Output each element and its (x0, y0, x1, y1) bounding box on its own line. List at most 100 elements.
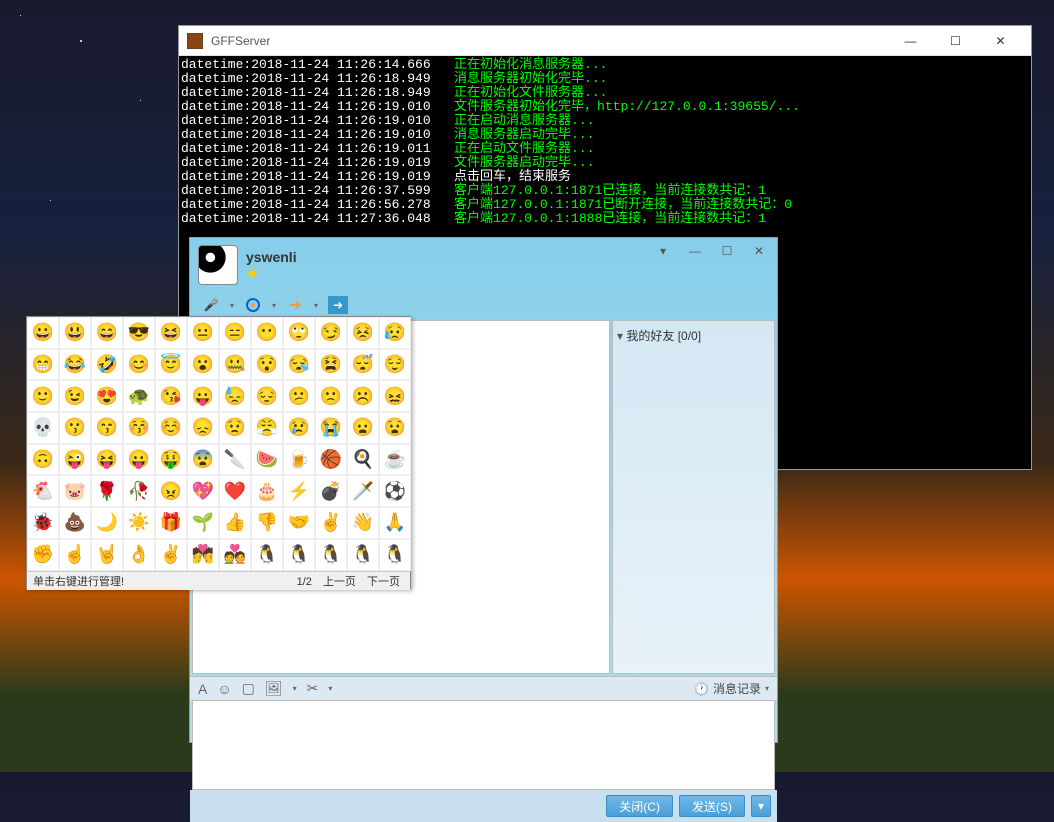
close-chat-button[interactable]: 关闭(C) (606, 795, 673, 817)
emoji-cell[interactable]: 😗 (59, 412, 91, 444)
emoji-cell[interactable]: 😴 (347, 349, 379, 381)
emoji-cell[interactable]: 😚 (123, 412, 155, 444)
emoji-cell[interactable]: 😪 (283, 349, 315, 381)
emoji-cell[interactable]: 😍 (91, 380, 123, 412)
emoji-cell[interactable]: 🐢 (123, 380, 155, 412)
emoji-cell[interactable]: 💀 (27, 412, 59, 444)
emoji-cell[interactable]: 😛 (123, 444, 155, 476)
emoji-cell[interactable]: 😨 (187, 444, 219, 476)
emoji-cell[interactable]: ✌️ (315, 507, 347, 539)
emoji-cell[interactable]: 🤑 (155, 444, 187, 476)
emoji-cell[interactable]: 😊 (123, 349, 155, 381)
emoji-cell[interactable]: 💑 (219, 539, 251, 571)
history-dropdown[interactable]: ▾ (765, 684, 769, 693)
emoji-cell[interactable]: ⚡ (283, 475, 315, 507)
emoji-cell[interactable]: 😀 (27, 317, 59, 349)
emoji-cell[interactable]: 😆 (155, 317, 187, 349)
emoji-cell[interactable]: 😭 (315, 412, 347, 444)
emoji-cell[interactable]: 🐞 (27, 507, 59, 539)
emoji-cell[interactable]: 🙁 (315, 380, 347, 412)
emoji-cell[interactable]: 😤 (251, 412, 283, 444)
image-icon[interactable]: 🖼 (265, 680, 283, 697)
emoji-cell[interactable]: 😥 (379, 317, 411, 349)
emoji-cell[interactable]: ☹️ (347, 380, 379, 412)
emoji-cell[interactable]: 😎 (123, 317, 155, 349)
target-icon[interactable] (244, 296, 262, 314)
emoji-cell[interactable]: 😶 (251, 317, 283, 349)
emoji-cell[interactable]: 😔 (251, 380, 283, 412)
chat-maximize-button[interactable]: ☐ (715, 244, 739, 262)
send-button[interactable]: 发送(S) (679, 795, 745, 817)
emoji-cell[interactable]: 🤝 (283, 507, 315, 539)
emoji-cell[interactable]: 💖 (187, 475, 219, 507)
emoji-cell[interactable]: 😮 (187, 349, 219, 381)
emoji-cell[interactable]: ☕ (379, 444, 411, 476)
emoji-cell[interactable]: 🤐 (219, 349, 251, 381)
font-icon[interactable]: A (198, 681, 207, 697)
share-arrow-icon[interactable]: ➜ (286, 296, 304, 314)
emoji-cell[interactable]: 😙 (91, 412, 123, 444)
emoji-cell[interactable]: 😛 (187, 380, 219, 412)
emoji-cell[interactable]: 🐧 (283, 539, 315, 571)
emoji-cell[interactable]: 😐 (187, 317, 219, 349)
emoji-cell[interactable]: 🌹 (91, 475, 123, 507)
emoji-cell[interactable]: ✊ (27, 539, 59, 571)
gif-icon[interactable]: ▢ (242, 680, 255, 697)
avatar[interactable] (198, 245, 238, 285)
emoji-cell[interactable]: 😣 (347, 317, 379, 349)
emoji-next-button[interactable]: 下一页 (367, 576, 400, 588)
emoji-cell[interactable]: 💩 (59, 507, 91, 539)
emoji-cell[interactable]: 😏 (315, 317, 347, 349)
emoji-cell[interactable]: 😞 (187, 412, 219, 444)
emoji-cell[interactable]: 😝 (91, 444, 123, 476)
emoji-cell[interactable]: 🔪 (219, 444, 251, 476)
emoji-cell[interactable]: ☝️ (59, 539, 91, 571)
emoji-cell[interactable]: 😓 (219, 380, 251, 412)
emoji-cell[interactable]: 👍 (219, 507, 251, 539)
emoji-cell[interactable]: 🍳 (347, 444, 379, 476)
minimize-button[interactable]: — (888, 27, 933, 55)
share-dropdown[interactable]: ▾ (314, 301, 318, 310)
emoji-cell[interactable]: 🍉 (251, 444, 283, 476)
emoji-cell[interactable]: ⚽ (379, 475, 411, 507)
emoji-cell[interactable]: 🐷 (59, 475, 91, 507)
emoji-cell[interactable]: 🎂 (251, 475, 283, 507)
send-dropdown[interactable]: ▾ (751, 795, 771, 817)
emoji-cell[interactable]: 😯 (251, 349, 283, 381)
emoji-cell[interactable]: 🤘 (91, 539, 123, 571)
emoji-cell[interactable]: ☀️ (123, 507, 155, 539)
emoji-cell[interactable]: 💏 (187, 539, 219, 571)
emoji-cell[interactable]: 🐧 (347, 539, 379, 571)
forward-icon[interactable]: ➜ (328, 296, 348, 314)
close-button[interactable]: ✕ (978, 27, 1023, 55)
emoji-cell[interactable]: 🙏 (379, 507, 411, 539)
mic-icon[interactable]: 🎤 (202, 296, 220, 314)
scissors-dropdown[interactable]: ▾ (328, 684, 332, 693)
emoji-cell[interactable]: 👎 (251, 507, 283, 539)
chat-dropdown-icon[interactable]: ▾ (651, 244, 675, 262)
scissors-icon[interactable]: ✂ (307, 680, 319, 697)
emoji-cell[interactable]: 🐧 (251, 539, 283, 571)
emoji-cell[interactable]: 🍺 (283, 444, 315, 476)
emoji-cell[interactable]: 😧 (379, 412, 411, 444)
emoji-cell[interactable]: 🐔 (27, 475, 59, 507)
emoji-cell[interactable]: 🌱 (187, 507, 219, 539)
emoji-cell[interactable]: 😉 (59, 380, 91, 412)
emoji-cell[interactable]: 🥀 (123, 475, 155, 507)
emoji-cell[interactable]: 🐧 (315, 539, 347, 571)
chat-minimize-button[interactable]: — (683, 244, 707, 262)
emoji-cell[interactable]: 😂 (59, 349, 91, 381)
message-input[interactable] (192, 700, 775, 790)
emoji-cell[interactable]: 😫 (315, 349, 347, 381)
mic-dropdown[interactable]: ▾ (230, 301, 234, 310)
emoji-cell[interactable]: 😟 (219, 412, 251, 444)
emoji-cell[interactable]: 😑 (219, 317, 251, 349)
emoji-cell[interactable]: 😇 (155, 349, 187, 381)
emoji-cell[interactable]: 😠 (155, 475, 187, 507)
emoji-cell[interactable]: 🌙 (91, 507, 123, 539)
emoji-icon[interactable]: ☺ (217, 681, 231, 697)
target-dropdown[interactable]: ▾ (272, 301, 276, 310)
emoji-cell[interactable]: 💣 (315, 475, 347, 507)
emoji-cell[interactable]: 🎁 (155, 507, 187, 539)
emoji-cell[interactable]: 😌 (379, 349, 411, 381)
